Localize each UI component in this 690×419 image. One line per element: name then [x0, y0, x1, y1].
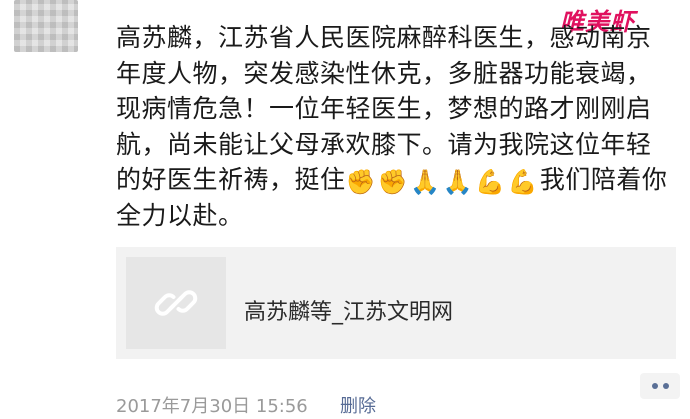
- muscle-emoji-icon: 💪: [475, 168, 506, 196]
- post-timestamp: 2017年7月30日 15:56: [116, 396, 308, 417]
- delete-button[interactable]: 删除: [340, 392, 376, 418]
- shared-link-card[interactable]: 高苏麟等_江苏文明网: [116, 247, 676, 359]
- pray-emoji-icon: 🙏: [410, 168, 441, 196]
- more-dots-icon: [651, 383, 658, 389]
- avatar[interactable]: [14, 0, 78, 52]
- link-thumbnail: [126, 257, 226, 349]
- muscle-emoji-icon: 💪: [507, 168, 538, 196]
- pray-emoji-icon: 🙏: [442, 168, 474, 196]
- fist-emoji-icon: ✊: [377, 168, 409, 196]
- link-title: 高苏麟等_江苏文明网: [244, 300, 454, 325]
- more-dots-icon: [662, 383, 669, 389]
- fist-emoji-icon: ✊: [345, 168, 376, 196]
- comment-button[interactable]: [640, 373, 680, 399]
- link-icon: [154, 290, 198, 316]
- post-text: 高苏麟，江苏省人民医院麻醉科医生，感动南京年度人物，突发感染性休克，多脏器功能衰…: [116, 20, 676, 233]
